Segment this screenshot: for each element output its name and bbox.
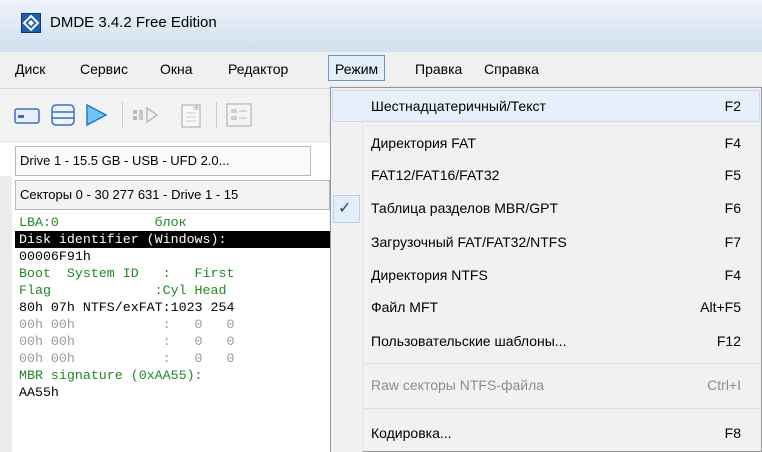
menu-item-fat-directory[interactable]: Директория FAT F4: [331, 128, 761, 158]
menu-item-label: Шестнадцатеричный/Текст: [371, 98, 546, 114]
menu-item-encoding[interactable]: Кодировка... F8: [331, 418, 761, 448]
menu-item-ntfs-directory[interactable]: Директория NTFS F4: [331, 260, 761, 290]
menu-item-mft-file[interactable]: Файл MFT Alt+F5: [331, 292, 761, 322]
menu-item-label: Пользовательские шаблоны...: [371, 333, 567, 349]
menu-windows[interactable]: Окна: [160, 58, 193, 80]
menu-disk[interactable]: Диск: [15, 58, 45, 80]
menu-help[interactable]: Справка: [484, 58, 539, 80]
toolbar-separator: [216, 102, 217, 128]
app-logo-icon: [21, 13, 41, 33]
menu-item-raw-sectors: Raw секторы NTFS-файла Ctrl+I: [331, 370, 761, 400]
menu-mode[interactable]: Режим: [328, 55, 386, 81]
menu-item-label: Файл MFT: [371, 299, 439, 315]
menu-item-shortcut: F7: [724, 234, 741, 250]
list-icon[interactable]: [50, 103, 76, 127]
menu-item-shortcut: F5: [724, 167, 741, 183]
panel-line-partition-1: 80h 07h NTFS/exFAT:1023 254: [19, 300, 235, 315]
menu-editor[interactable]: Редактор: [228, 58, 288, 80]
menu-service[interactable]: Сервис: [80, 58, 128, 80]
menu-item-label: Загрузочный FAT/FAT32/NTFS: [371, 234, 567, 250]
menu-item-shortcut: F12: [716, 333, 741, 349]
left-border: [0, 176, 12, 452]
menu-item-shortcut: F6: [724, 200, 741, 216]
menu-item-shortcut: F8: [724, 425, 741, 441]
menu-item-user-templates[interactable]: Пользовательские шаблоны... F12: [331, 326, 761, 356]
drive-tab[interactable]: Drive 1 - 15.5 GB - USB - UFD 2.0...: [15, 146, 311, 176]
panel-line-partition-3: 00h 00h : 0 0: [19, 334, 235, 349]
menu-separator: [364, 363, 760, 364]
menu-item-shortcut: F2: [724, 98, 741, 114]
menu-item-boot-sector[interactable]: Загрузочный FAT/FAT32/NTFS F7: [331, 227, 761, 257]
play-icon[interactable]: [83, 102, 109, 128]
panel-line-partition-4: 00h 00h : 0 0: [19, 351, 235, 366]
menu-item-label: Таблица разделов MBR/GPT: [371, 200, 559, 216]
menu-item-shortcut: Alt+F5: [700, 299, 741, 315]
svg-text:✳: ✳: [192, 103, 200, 114]
menu-item-label: Кодировка...: [371, 425, 452, 441]
menu-item-label: Raw секторы NTFS-файла: [371, 377, 545, 393]
partition-table-view[interactable]: LBA:0 блок Disk identifier (Windows): 00…: [15, 210, 330, 452]
new-document-icon[interactable]: ✳: [178, 101, 206, 129]
menu-item-label: Директория FAT: [371, 135, 476, 151]
step-forward-icon[interactable]: [131, 104, 161, 126]
menu-item-shortcut: F4: [724, 135, 741, 151]
panel-line-header-2: Flag :Cyl Head: [19, 283, 227, 298]
window-title: DMDE 3.4.2 Free Edition: [50, 14, 217, 31]
panel-line-signature-value: AA55h: [19, 385, 59, 400]
menu-item-shortcut: F4: [724, 267, 741, 283]
drive-icon[interactable]: [14, 106, 40, 126]
menu-separator: [364, 125, 760, 126]
sector-range-tab[interactable]: Секторы 0 - 30 277 631 - Drive 1 - 15: [15, 180, 330, 210]
menu-item-shortcut: Ctrl+I: [707, 377, 741, 393]
menu-item-partition-table[interactable]: Таблица разделов MBR/GPT F6: [331, 193, 761, 223]
menu-item-fat12-16-32[interactable]: FAT12/FAT16/FAT32 F5: [331, 160, 761, 190]
toolbar-separator: [122, 102, 123, 128]
menu-item-label: Директория NTFS: [371, 267, 488, 283]
panel-line-disk-identifier[interactable]: Disk identifier (Windows):: [15, 231, 330, 248]
menu-item-hex-text[interactable]: Шестнадцатеричный/Текст F2: [331, 91, 761, 121]
panel-line-header-1: Boot System ID : First: [19, 266, 235, 281]
panel-line-identifier-value: 00006F91h: [19, 249, 91, 264]
panel-line-lba: LBA:0 блок: [19, 215, 187, 230]
menu-item-label: FAT12/FAT16/FAT32: [371, 167, 500, 183]
partitions-icon[interactable]: [226, 103, 252, 127]
menu-separator: [364, 408, 760, 409]
menu-edit[interactable]: Правка: [415, 58, 462, 80]
panel-line-mbr-signature: MBR signature (0xAA55):: [19, 368, 203, 383]
panel-line-partition-2: 00h 00h : 0 0: [19, 317, 235, 332]
